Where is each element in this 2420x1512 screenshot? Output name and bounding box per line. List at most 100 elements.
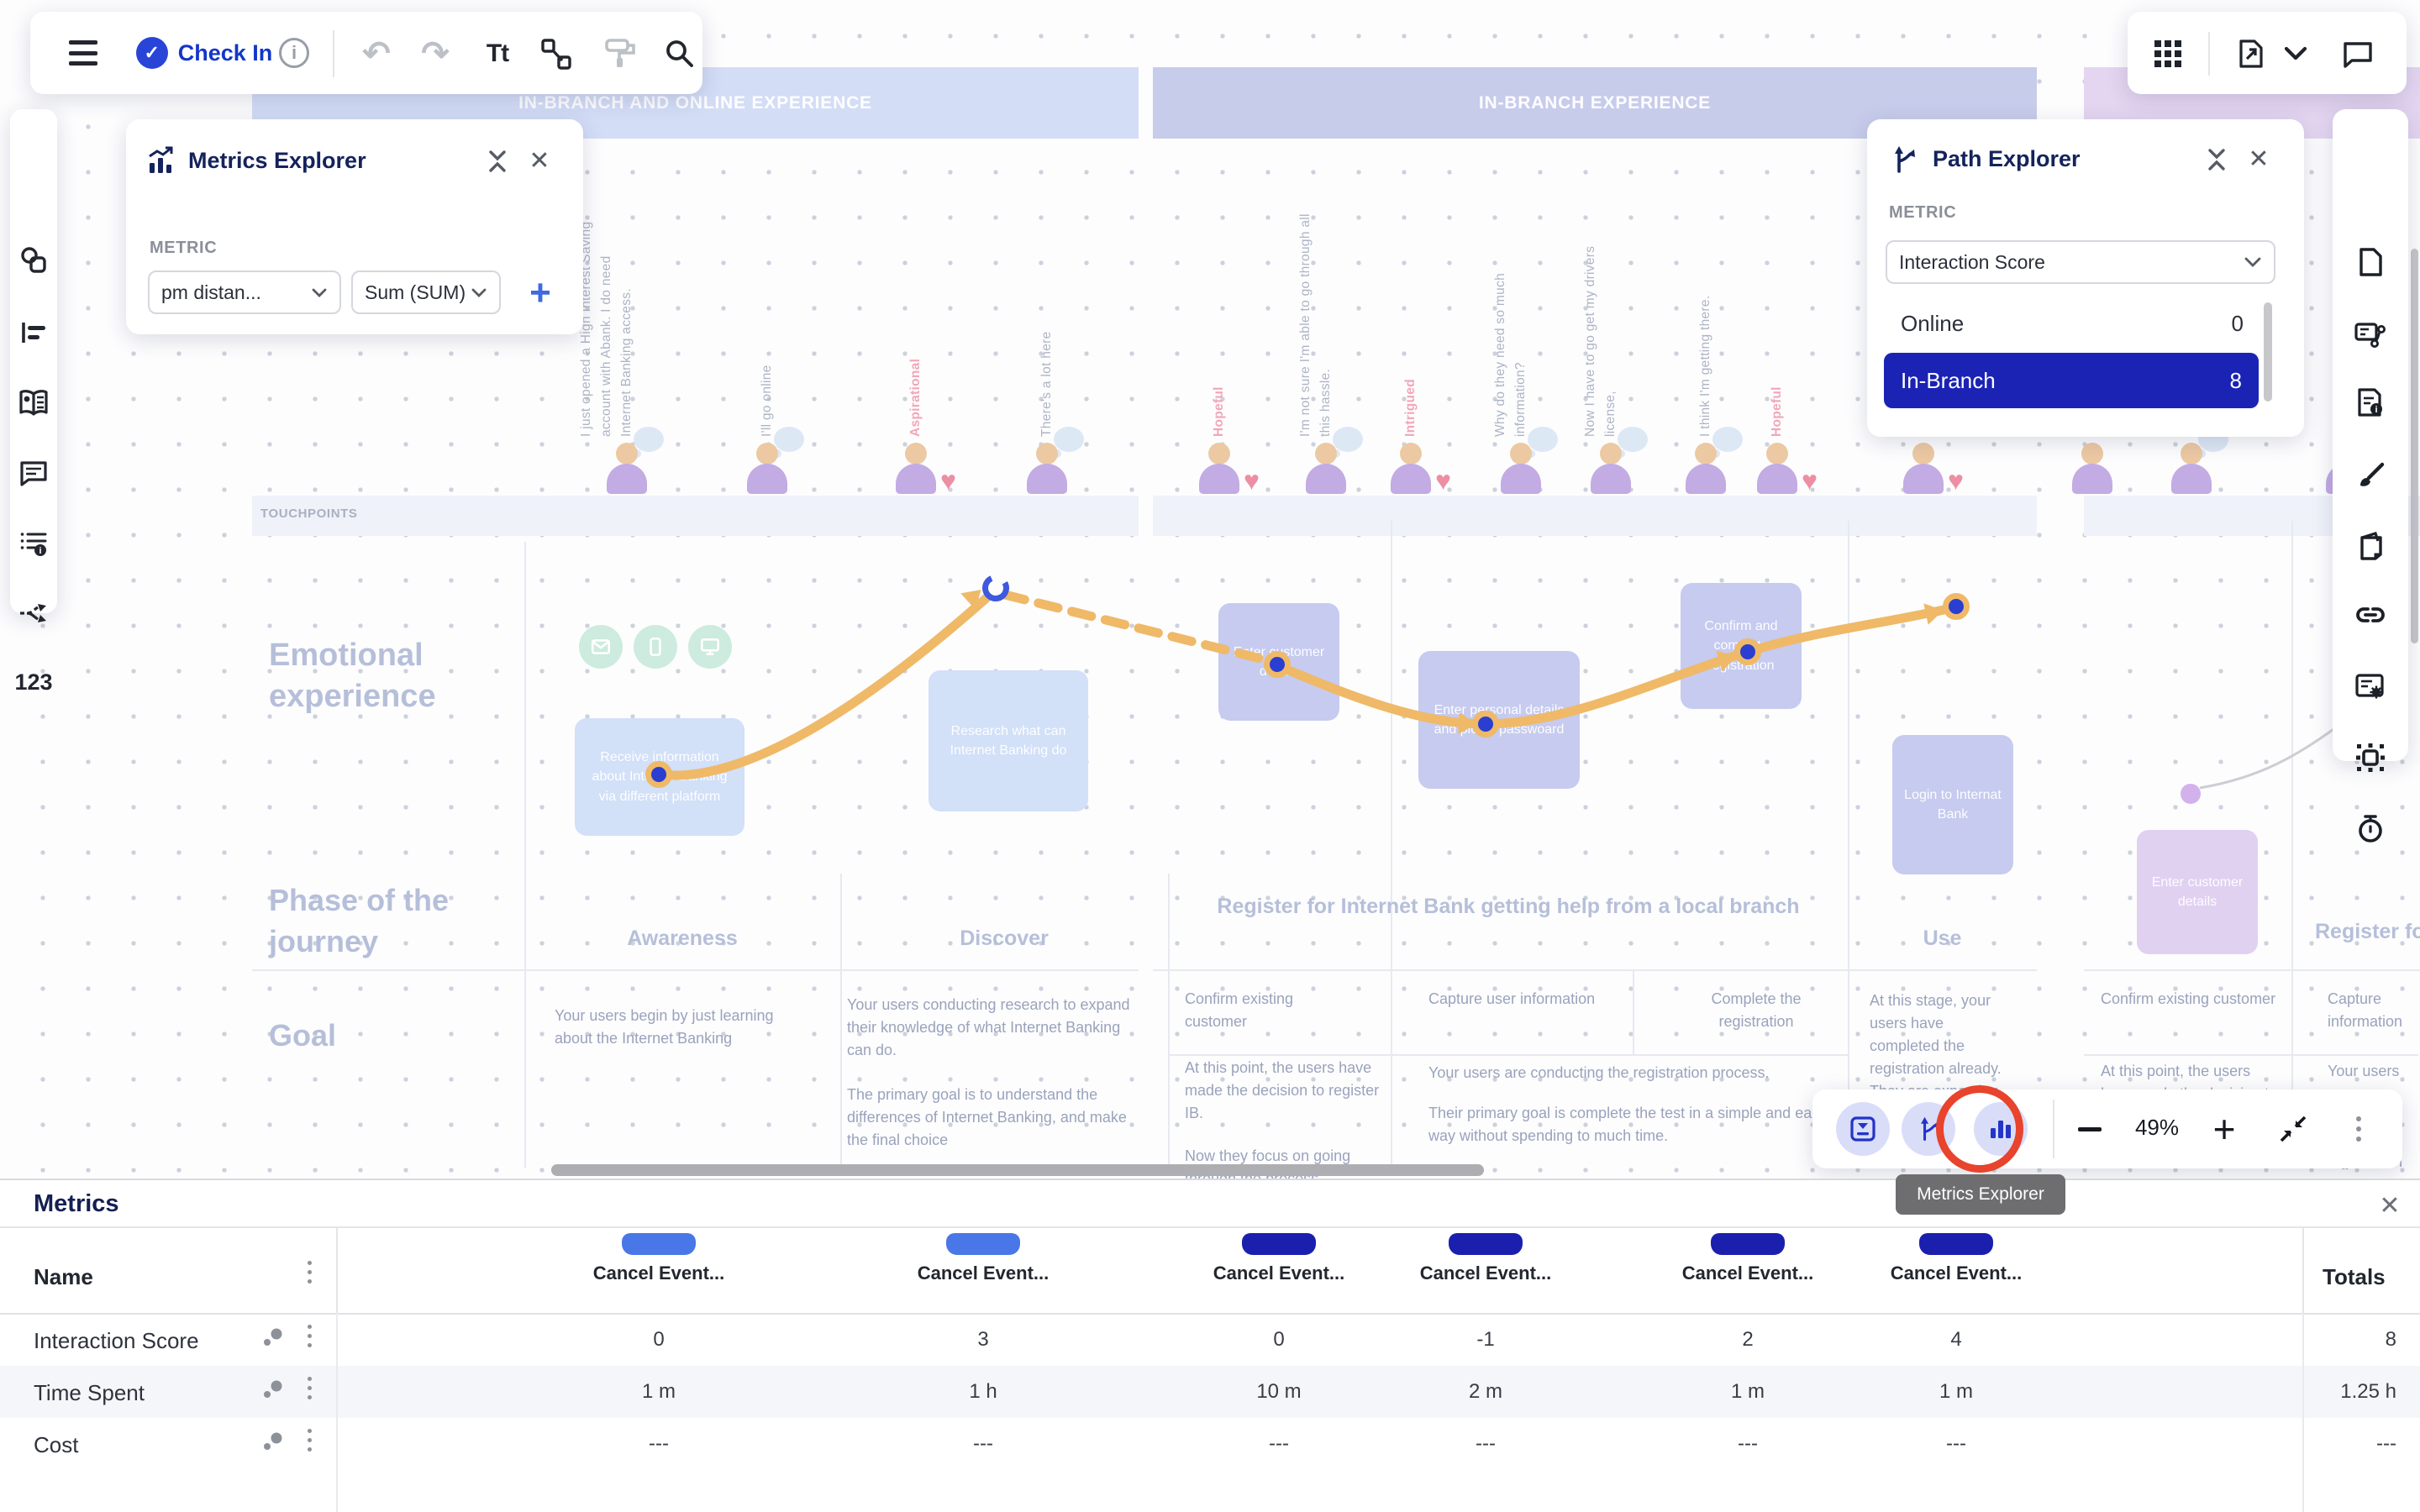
metric-cell[interactable]: 2 [1676,1328,1819,1352]
chevron-down-icon[interactable] [2281,42,2311,66]
panel-scrollbar[interactable] [2264,302,2272,402]
path-option-in-branch[interactable]: In-Branch 8 [1884,353,2259,408]
collapse-panel-icon[interactable] [2202,144,2232,175]
vertical-scrollbar[interactable] [2411,249,2418,643]
desktop-touchpoint-icon[interactable] [688,625,732,669]
metric-cell[interactable]: 1 m [1885,1380,2028,1404]
metric-cell[interactable]: 3 [912,1328,1055,1352]
aggregation-select[interactable]: Sum (SUM) [351,270,501,314]
journey-board-button[interactable] [1836,1102,1890,1156]
journey-step-card[interactable]: Login to Internat Bank [1892,735,2013,874]
export-document-icon[interactable] [2230,34,2270,74]
journey-step-card[interactable]: Enter customer details [1218,603,1339,721]
metric-cell[interactable]: 1 m [1676,1380,1819,1404]
numbers-tool[interactable]: 123 [12,665,55,699]
redo-icon[interactable]: ↷ [413,30,457,77]
close-panel-icon[interactable]: ✕ [524,146,555,176]
substep-header[interactable]: Confirm existing customer [2101,988,2277,1011]
column-touchpoint-pill[interactable] [1242,1233,1316,1255]
metric-cell[interactable]: 0 [587,1328,730,1352]
substep-header[interactable]: Complete the registration [1681,988,1832,1033]
metric-cell[interactable]: --- [1414,1432,1557,1456]
metric-cell[interactable]: 0 [1207,1328,1350,1352]
column-touchpoint-pill[interactable] [1449,1233,1523,1255]
page-icon[interactable] [2352,244,2389,281]
add-metric-button[interactable]: + [519,272,561,314]
close-panel-icon[interactable]: ✕ [2244,144,2274,175]
card-settings-icon[interactable] [2352,669,2389,706]
undo-icon[interactable]: ↶ [355,30,398,77]
metric-cell[interactable]: 4 [1885,1328,2028,1352]
metric-cell[interactable]: 1 h [912,1380,1055,1404]
fit-to-screen-button[interactable] [2271,1110,2315,1148]
card-flow-icon[interactable] [2352,316,2389,353]
goal-text[interactable]: The primary goal is to understand the di… [847,1084,1150,1152]
row-menu-icon[interactable] [308,1377,312,1399]
substep-header[interactable]: Capture user information [1428,988,1597,1011]
phase-awareness[interactable]: Awareness [524,924,840,953]
substep-header[interactable]: Capture information [2328,988,2418,1060]
metric-cell[interactable]: 2 m [1414,1380,1557,1404]
split-path-icon[interactable] [17,596,50,630]
text-tool-icon[interactable]: Tt [474,34,521,74]
copy-pages-icon[interactable] [2352,528,2389,564]
substep-header[interactable]: Confirm existing customer [1185,988,1353,1033]
zoom-out-button[interactable] [2070,1111,2110,1147]
shapes-icon[interactable] [17,244,50,277]
metric-cell[interactable]: --- [587,1432,730,1456]
column-touchpoint-pill[interactable] [1711,1233,1785,1255]
row-menu-icon[interactable] [308,1325,312,1347]
column-header[interactable]: Cancel Event... [587,1261,730,1286]
row-menu-icon[interactable] [308,1429,312,1452]
comment-note-icon[interactable] [17,456,50,490]
hamburger-menu-icon[interactable] [67,40,99,66]
check-in-button[interactable]: ✓ Check In [124,34,284,71]
path-metric-select[interactable]: Interaction Score [1886,240,2275,284]
collapse-panel-icon[interactable] [482,146,513,176]
storybook-icon[interactable] [17,386,50,420]
link-icon[interactable] [2352,596,2389,633]
zoom-level[interactable]: 49% [2117,1115,2197,1141]
column-touchpoint-pill[interactable] [946,1233,1020,1255]
metric-cell[interactable]: 1 m [587,1380,730,1404]
metric-select[interactable]: pm distan... [148,270,341,314]
metric-cell[interactable]: --- [1676,1432,1819,1456]
goal-text[interactable]: At this point, the users have made the d… [1185,1057,1382,1125]
column-header[interactable]: Cancel Event... [1885,1261,2028,1286]
list-info-icon[interactable]: i [17,526,50,559]
metric-cell[interactable]: --- [1885,1432,2028,1456]
connector-tool-icon[interactable] [534,35,576,72]
metric-cell[interactable]: -1 [1414,1328,1557,1352]
column-header[interactable]: Cancel Event... [1414,1261,1557,1286]
name-header-menu-icon[interactable] [308,1261,312,1284]
mobile-touchpoint-icon[interactable] [634,625,677,669]
stopwatch-icon[interactable] [2352,810,2389,847]
apps-grid-icon[interactable] [2149,35,2186,72]
phase-use[interactable]: Use [1848,924,2037,953]
comments-icon[interactable] [2336,34,2380,74]
goal-text[interactable]: Your users are conducting the registrati… [1428,1062,1823,1084]
phase-register[interactable]: Register for Internet Bank getting help … [1214,892,1802,921]
column-touchpoint-pill[interactable] [1919,1233,1993,1255]
search-icon[interactable] [659,34,699,72]
paint-roller-icon[interactable] [600,34,642,72]
goal-text[interactable]: At this stage, your users have completed… [1870,990,2017,1103]
metric-row-name[interactable]: Cost [34,1432,78,1458]
metric-cell[interactable]: --- [912,1432,1055,1456]
metric-cell[interactable]: 10 m [1207,1380,1350,1404]
metric-cell[interactable]: --- [1207,1432,1350,1456]
metric-row-name[interactable]: Interaction Score [34,1328,199,1354]
goal-text[interactable]: Your users begin by just learning about … [555,1005,807,1050]
info-icon[interactable]: i [279,38,309,68]
column-header[interactable]: Cancel Event... [1676,1261,1819,1286]
column-header[interactable]: Cancel Event... [1207,1261,1350,1286]
phase-discover[interactable]: Discover [840,924,1168,953]
selection-frame-icon[interactable] [2352,739,2389,776]
goal-text[interactable]: Their primary goal is complete the test … [1428,1102,1832,1147]
align-rows-icon[interactable] [17,316,50,349]
phase-register-next[interactable]: Register for Internet Bank [2315,917,2420,947]
journey-step-card[interactable]: Enter personal details and pick a passwo… [1418,651,1580,789]
metric-row-name[interactable]: Time Spent [34,1380,145,1406]
paintbrush-icon[interactable] [2352,458,2389,495]
journey-step-card[interactable]: Research what can Internet Banking do [929,670,1088,811]
